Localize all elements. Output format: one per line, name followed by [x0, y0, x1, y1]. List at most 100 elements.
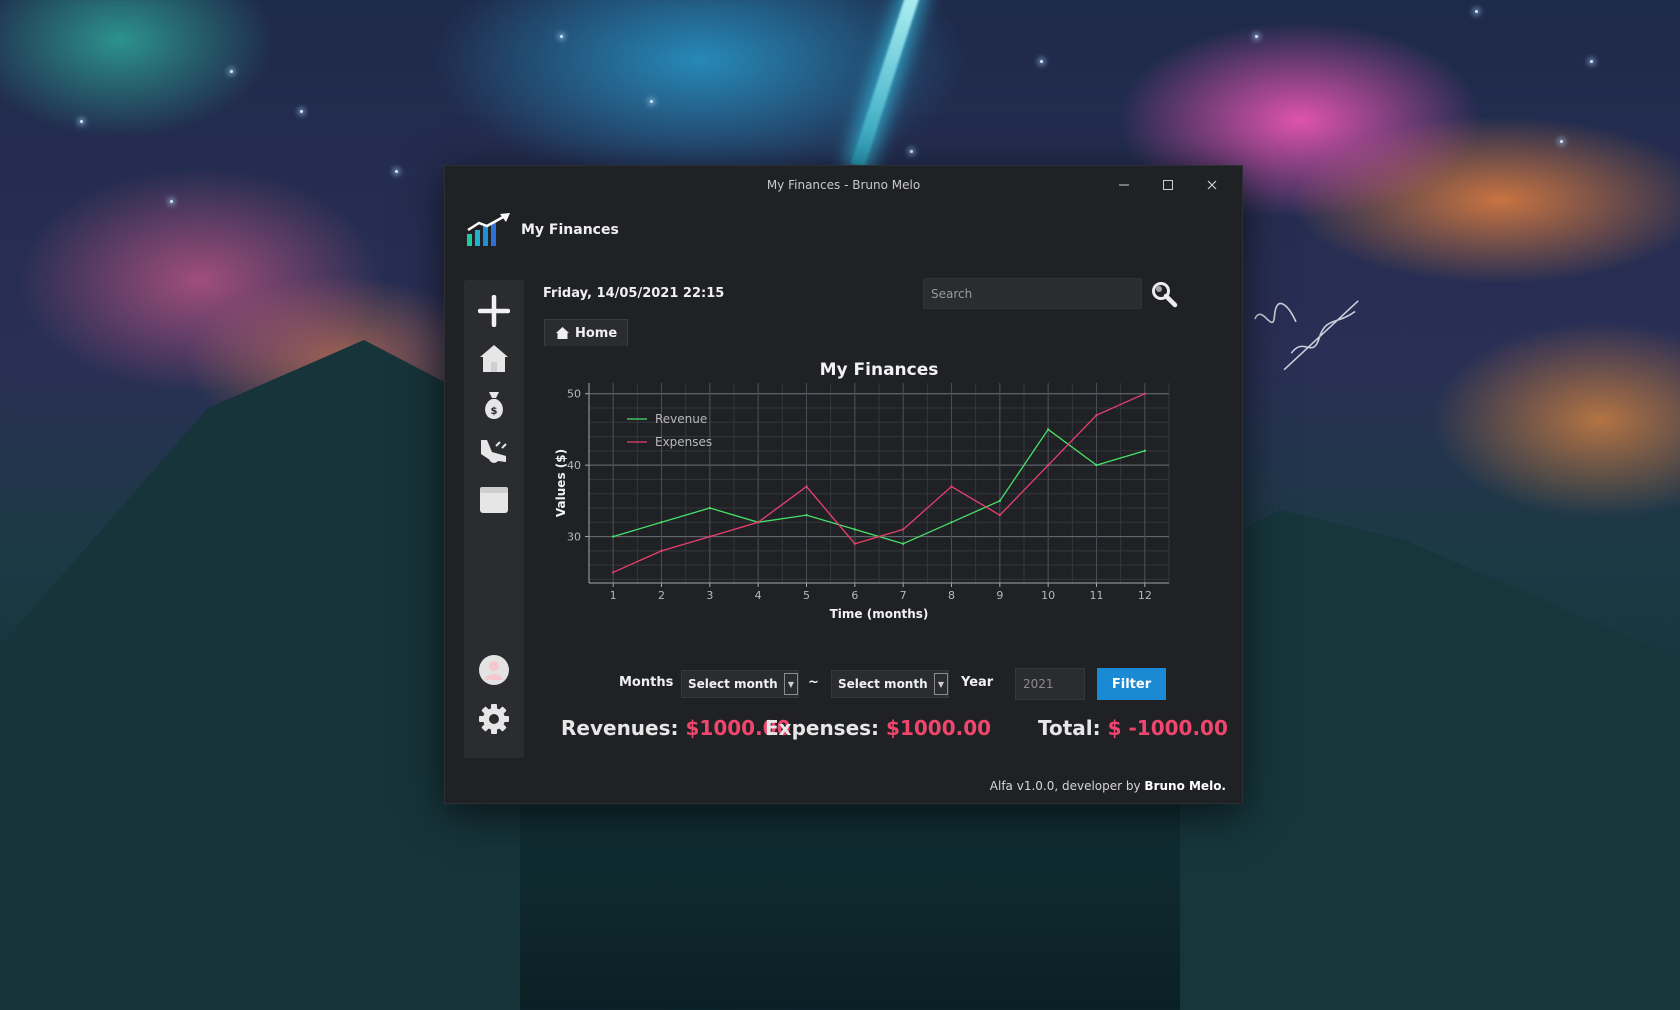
chart-x-axis-label: Time (months): [830, 607, 929, 621]
chart-point-revenue: [1143, 449, 1147, 453]
chart-title: My Finances: [820, 360, 939, 380]
close-icon: [1207, 180, 1217, 190]
title-bar[interactable]: My Finances - Bruno Melo: [445, 166, 1242, 204]
chart-legend-label: Expenses: [655, 435, 712, 449]
chart-point-revenue: [950, 521, 953, 524]
chart-point-expenses: [756, 521, 760, 524]
chart-x-tick-label: 7: [900, 589, 907, 602]
chart-x-tick-label: 4: [755, 589, 762, 602]
wallpaper-signature: [1242, 280, 1375, 385]
home-icon: [480, 345, 508, 372]
chart-point-expenses: [1095, 413, 1098, 417]
search-input[interactable]: [923, 278, 1142, 309]
chevron-down-icon: ▼: [934, 673, 948, 695]
chart-point-expenses: [805, 485, 808, 488]
sidebar-item-profile[interactable]: [477, 653, 511, 687]
user-avatar-icon: [479, 655, 509, 685]
sidebar: $: [464, 280, 524, 758]
version-footer: Alfa v1.0.0, developer by Bruno Melo.: [990, 779, 1226, 793]
sidebar-item-revenue[interactable]: $: [477, 388, 511, 422]
year-label: Year: [961, 675, 994, 690]
tab-home[interactable]: Home: [544, 319, 629, 346]
filter-bar: Months Select month ▼ ~ Select month ▼ Y…: [619, 668, 1179, 700]
search-icon: [1152, 282, 1178, 308]
chart-x-tick-label: 3: [706, 589, 713, 602]
chart-point-revenue: [660, 521, 663, 524]
filter-button[interactable]: Filter: [1097, 668, 1166, 700]
chart-point-revenue: [805, 513, 808, 517]
chart-point-expenses: [660, 549, 663, 553]
month-from-select[interactable]: Select month ▼: [681, 670, 799, 698]
month-to-select[interactable]: Select month ▼: [831, 670, 949, 698]
chart-point-revenue: [901, 542, 905, 545]
minimize-icon: [1119, 184, 1129, 186]
month-from-value: Select month: [688, 677, 778, 691]
chart-x-tick-label: 9: [996, 589, 1003, 602]
chart-point-expenses: [1046, 463, 1050, 467]
total-label: Total:: [1038, 716, 1101, 740]
chart-x-tick-label: 6: [851, 589, 858, 602]
chart-y-tick-label: 30: [567, 531, 581, 544]
year-placeholder: 2021: [1023, 677, 1054, 691]
chart-x-tick-label: 12: [1138, 589, 1152, 602]
close-button[interactable]: [1190, 166, 1234, 204]
months-label: Months: [619, 675, 674, 690]
maximize-icon: [1163, 180, 1173, 190]
app-header: My Finances: [465, 212, 619, 248]
window-title: My Finances - Bruno Melo: [766, 178, 921, 192]
chart-point-expenses: [901, 528, 905, 531]
footer-text: Alfa v1.0.0, developer by: [989, 779, 1145, 793]
expenses-label: Expenses:: [765, 716, 880, 740]
money-bag-icon: $: [485, 392, 503, 419]
current-datetime: Friday, 14/05/2021 22:15: [543, 286, 725, 301]
chart-y-tick-label: 50: [567, 388, 581, 401]
hand-money-icon: [481, 440, 507, 463]
minimize-button[interactable]: [1102, 166, 1146, 204]
chart-point-revenue: [708, 506, 712, 510]
sidebar-item-add[interactable]: [477, 294, 511, 328]
sidebar-item-expenses[interactable]: [477, 435, 511, 469]
expenses-value: $1000.00: [886, 716, 992, 740]
footer-author: Bruno Melo.: [1144, 779, 1226, 793]
wallpaper-light-beam: [850, 0, 924, 168]
gear-icon: [479, 704, 509, 734]
chart-x-tick-label: 1: [610, 589, 617, 602]
chart-y-tick-label: 40: [567, 459, 581, 472]
search-button[interactable]: [1150, 280, 1178, 308]
home-icon: [556, 327, 569, 339]
wallpaper-mountain-left: [0, 340, 520, 1010]
maximize-button[interactable]: [1146, 166, 1190, 204]
chart-x-tick-label: 11: [1090, 589, 1104, 602]
plus-icon: [478, 295, 510, 327]
sidebar-item-home[interactable]: [477, 341, 511, 375]
chart-point-revenue: [998, 499, 1002, 503]
chart-point-expenses: [853, 542, 857, 545]
chart-point-revenue: [1095, 463, 1098, 467]
chart-point-revenue: [853, 528, 857, 531]
tab-home-label: Home: [575, 325, 618, 341]
app-name: My Finances: [521, 222, 619, 238]
svg-text:$: $: [491, 406, 498, 417]
chart-x-tick-label: 10: [1041, 589, 1055, 602]
finances-chart: My Finances 1 2 3 4 5 6 7 8 9 10 11 12 30 40 50 Time (mo…: [543, 356, 1177, 626]
month-to-value: Select month: [838, 677, 928, 691]
sidebar-item-calendar[interactable]: [477, 482, 511, 516]
chart-point-expenses: [950, 485, 953, 488]
chevron-down-icon: ▼: [784, 673, 798, 695]
chart-point-expenses: [708, 535, 712, 538]
app-window: My Finances - Bruno Melo My Finances $ F…: [444, 165, 1243, 804]
chart-x-tick-label: 5: [803, 589, 810, 602]
year-input[interactable]: 2021: [1015, 668, 1085, 700]
chart-x-tick-label: 8: [948, 589, 955, 602]
chart-point-revenue: [611, 535, 615, 538]
revenues-label: Revenues:: [561, 716, 679, 740]
sidebar-item-settings[interactable]: [477, 702, 511, 736]
revenues-summary: Revenues: $1000.00: [561, 716, 791, 740]
chart-point-expenses: [1143, 392, 1147, 395]
calendar-icon: [480, 487, 508, 513]
expenses-summary: Expenses: $1000.00: [765, 716, 991, 740]
total-value: $ -1000.00: [1107, 716, 1228, 740]
wallpaper-mountain-right: [1180, 510, 1680, 1010]
chart-y-axis-label: Values ($): [554, 449, 568, 517]
chart-point-expenses: [998, 513, 1002, 517]
